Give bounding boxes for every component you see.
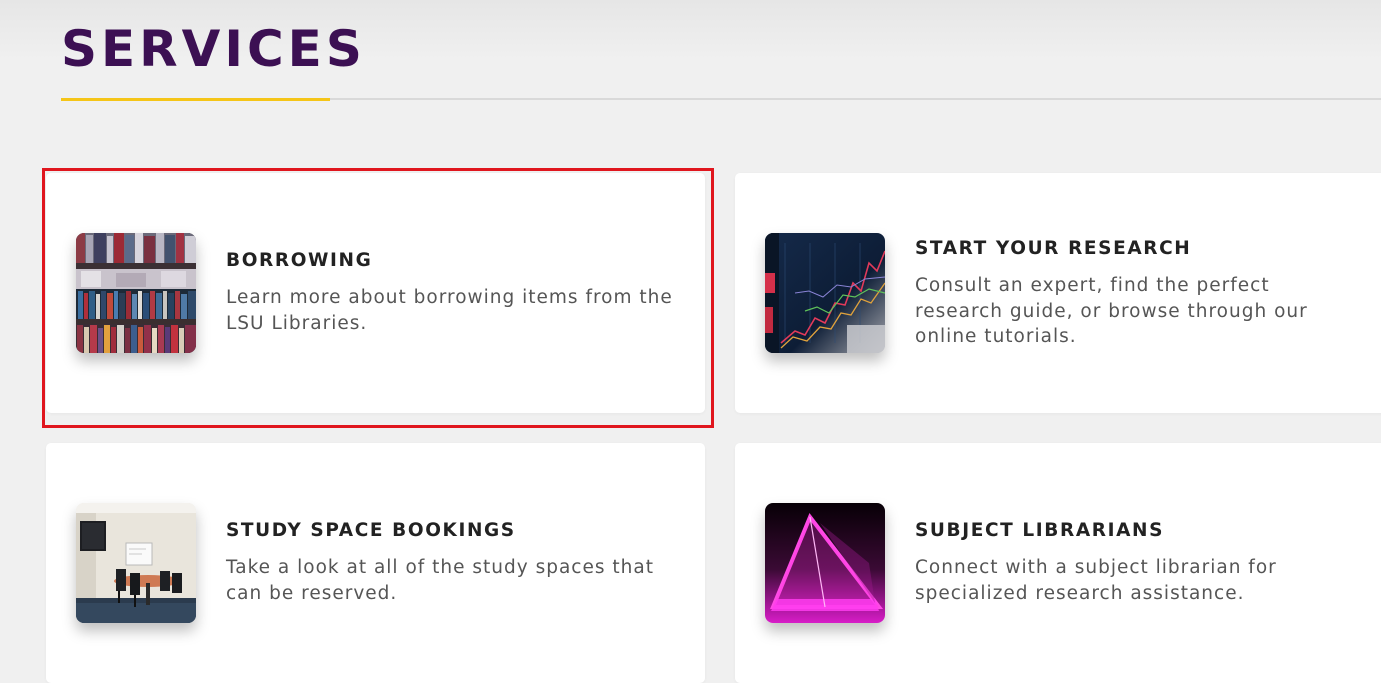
card-description: Learn more about borrowing items from th… — [226, 287, 673, 334]
service-card-subject-librarians[interactable]: SUBJECT LIBRARIANS Connect with a subjec… — [735, 443, 1381, 683]
card-description: Consult an expert, find the perfect rese… — [915, 275, 1308, 347]
card-title[interactable]: START YOUR RESEARCH — [915, 238, 1191, 259]
service-card-study-space[interactable]: STUDY SPACE BOOKINGS Take a look at all … — [46, 443, 705, 683]
section-divider-accent — [61, 98, 330, 101]
card-description: Connect with a subject librarian for spe… — [915, 557, 1277, 604]
card-title[interactable]: STUDY SPACE BOOKINGS — [226, 520, 516, 541]
prism-image — [765, 503, 885, 623]
service-card-research[interactable]: START YOUR RESEARCH Consult an expert, f… — [735, 173, 1381, 413]
bookshelf-image — [76, 233, 196, 353]
stock-chart-image — [765, 233, 885, 353]
section-title: SERVICES — [61, 20, 366, 78]
card-title[interactable]: BORROWING — [226, 250, 372, 271]
service-card-borrowing[interactable]: BORROWING Learn more about borrowing ite… — [46, 173, 705, 413]
card-title[interactable]: SUBJECT LIBRARIANS — [915, 520, 1164, 541]
study-room-image — [76, 503, 196, 623]
card-description: Take a look at all of the study spaces t… — [226, 557, 654, 604]
